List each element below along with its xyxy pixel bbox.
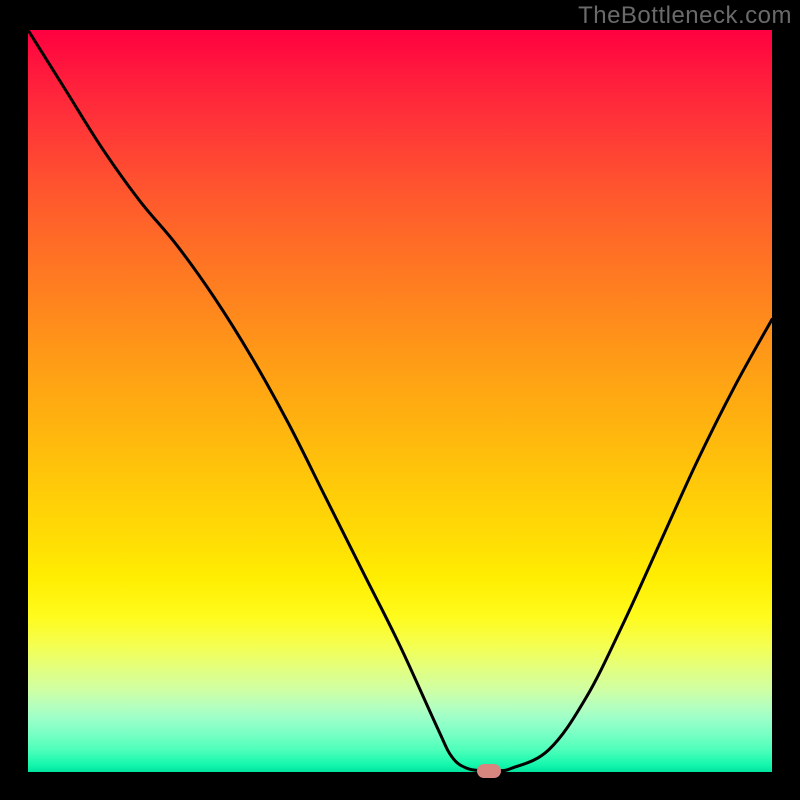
watermark-text: TheBottleneck.com — [578, 2, 792, 30]
curve-svg — [28, 30, 772, 772]
plot-area — [28, 30, 772, 772]
optimal-marker — [477, 764, 501, 778]
bottleneck-curve — [28, 30, 772, 771]
chart-frame: TheBottleneck.com — [0, 0, 800, 800]
